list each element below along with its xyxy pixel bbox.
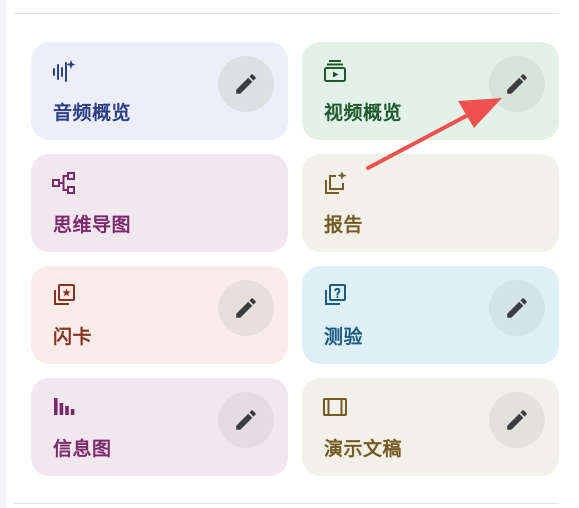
pencil-icon bbox=[236, 410, 256, 430]
edit-audio-overview-button[interactable] bbox=[218, 56, 274, 112]
card-label: 思维导图 bbox=[53, 214, 132, 236]
card-label: 测验 bbox=[324, 326, 364, 348]
card-infographic[interactable]: 信息图 bbox=[31, 378, 288, 476]
report-spark-icon bbox=[322, 170, 348, 196]
slides-icon bbox=[322, 394, 348, 420]
card-label: 音频概览 bbox=[53, 102, 132, 124]
card-audio-overview[interactable]: 音频概览 bbox=[31, 42, 288, 140]
pencil-icon bbox=[507, 410, 527, 430]
card-slides[interactable]: 演示文稿 bbox=[302, 378, 559, 476]
pencil-icon bbox=[507, 74, 527, 94]
studio-grid: 音频概览 视频概览 思维导图 报告 闪卡 测验 信息图 演示文稿 bbox=[31, 42, 559, 476]
left-panel-edge bbox=[0, 0, 6, 508]
card-label: 视频概览 bbox=[324, 102, 403, 124]
edit-flashcards-button[interactable] bbox=[218, 280, 274, 336]
top-divider bbox=[14, 13, 559, 14]
video-icon bbox=[322, 58, 348, 84]
edit-slides-button[interactable] bbox=[489, 392, 545, 448]
pencil-icon bbox=[507, 298, 527, 318]
card-label: 报告 bbox=[324, 214, 364, 236]
mind-map-icon bbox=[51, 170, 77, 196]
audio-spark-icon bbox=[51, 58, 77, 84]
card-label: 闪卡 bbox=[53, 326, 93, 348]
card-quiz[interactable]: 测验 bbox=[302, 266, 559, 364]
flashcard-icon bbox=[51, 282, 77, 308]
edit-infographic-button[interactable] bbox=[218, 392, 274, 448]
card-flashcards[interactable]: 闪卡 bbox=[31, 266, 288, 364]
infographic-icon bbox=[51, 394, 77, 420]
edit-video-overview-button[interactable] bbox=[489, 56, 545, 112]
bottom-divider bbox=[14, 503, 559, 504]
card-video-overview[interactable]: 视频概览 bbox=[302, 42, 559, 140]
card-mind-map[interactable]: 思维导图 bbox=[31, 154, 288, 252]
pencil-icon bbox=[236, 298, 256, 318]
card-label: 信息图 bbox=[53, 438, 112, 460]
quiz-icon bbox=[322, 282, 348, 308]
edit-quiz-button[interactable] bbox=[489, 280, 545, 336]
card-report[interactable]: 报告 bbox=[302, 154, 559, 252]
pencil-icon bbox=[236, 74, 256, 94]
card-label: 演示文稿 bbox=[324, 438, 403, 460]
